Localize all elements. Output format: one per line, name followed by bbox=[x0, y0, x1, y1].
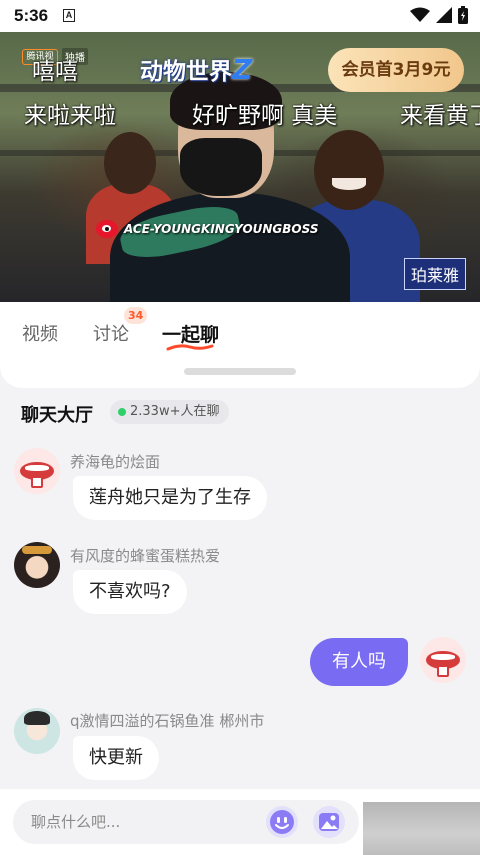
image-button[interactable] bbox=[313, 806, 345, 838]
online-count-text: 2.33w+人在聊 bbox=[130, 404, 220, 419]
discuss-count-badge: 34 bbox=[124, 307, 148, 324]
emoji-icon bbox=[270, 810, 294, 834]
my-avatar[interactable] bbox=[420, 637, 466, 683]
tab-panel: 视频 讨论 34 一起聊 bbox=[0, 302, 480, 388]
chat-hall-title: 聊天大厅 bbox=[21, 405, 93, 426]
status-icons bbox=[410, 6, 468, 24]
floating-thumbnail[interactable] bbox=[363, 802, 480, 855]
notification-a-icon: A bbox=[63, 9, 75, 22]
danmaku-comment: 来看黄了 bbox=[400, 103, 480, 129]
chat-input-container bbox=[13, 800, 359, 844]
chat-input[interactable] bbox=[31, 800, 261, 844]
danmaku-comment: 嘻嘻 bbox=[32, 59, 78, 85]
emoji-button[interactable] bbox=[266, 806, 298, 838]
image-icon bbox=[319, 813, 339, 831]
danmaku-comment: 来啦来啦 bbox=[24, 103, 116, 129]
message-bubble[interactable]: 不喜欢吗? bbox=[73, 570, 187, 614]
message-bubble[interactable]: 快更新 bbox=[73, 736, 159, 780]
wifi-icon bbox=[410, 7, 430, 22]
tab-discuss[interactable]: 讨论 bbox=[93, 320, 129, 346]
message-user-location: 郴州市 bbox=[219, 712, 265, 730]
status-time: 5:36 bbox=[14, 6, 49, 25]
online-dot-icon bbox=[118, 408, 126, 416]
tab-video[interactable]: 视频 bbox=[22, 320, 58, 346]
chat-input-bar bbox=[0, 789, 480, 855]
program-logo-text: 动物世界 bbox=[140, 59, 232, 85]
video-watermark: ACE-YOUNGKINGYOUNGBOSS bbox=[96, 220, 319, 238]
program-logo: 动物世界Z bbox=[140, 52, 252, 86]
weibo-icon bbox=[96, 220, 118, 238]
online-count-badge: 2.33w+人在聊 bbox=[110, 400, 230, 424]
message-username: 有风度的蜂蜜蛋糕热爱 bbox=[70, 547, 221, 565]
message-bubble[interactable]: 莲舟她只是为了生存 bbox=[73, 476, 267, 520]
danmaku-comment: 好旷野啊 真美 bbox=[192, 103, 338, 129]
message-username: 养海龟的烩面 bbox=[70, 453, 161, 471]
avatar[interactable] bbox=[14, 542, 60, 588]
battery-icon bbox=[458, 6, 468, 24]
program-logo-mark: Z bbox=[232, 53, 253, 86]
video-player[interactable]: 腾讯视频 独播 动物世界Z 嘻嘻 来啦来啦 好旷野啊 真美 来看黄了 会员首3月… bbox=[0, 32, 480, 302]
tab-chat-together[interactable]: 一起聊 bbox=[162, 320, 219, 347]
watermark-text: ACE-YOUNGKINGYOUNGBOSS bbox=[124, 222, 319, 236]
status-bar: 5:36 A bbox=[0, 0, 480, 32]
sponsor-tag: 珀莱雅 bbox=[403, 258, 466, 290]
signal-icon bbox=[436, 7, 452, 23]
avatar[interactable] bbox=[14, 448, 60, 494]
message-username-name: q激情四溢的石锅鱼准 bbox=[70, 712, 215, 730]
vip-promo-button[interactable]: 会员首3月9元 bbox=[328, 48, 464, 92]
avatar[interactable] bbox=[14, 708, 60, 754]
drag-handle[interactable] bbox=[184, 368, 296, 375]
message-username: q激情四溢的石锅鱼准 郴州市 bbox=[70, 710, 264, 731]
active-tab-indicator bbox=[166, 344, 214, 351]
my-message-bubble[interactable]: 有人吗 bbox=[310, 638, 408, 686]
